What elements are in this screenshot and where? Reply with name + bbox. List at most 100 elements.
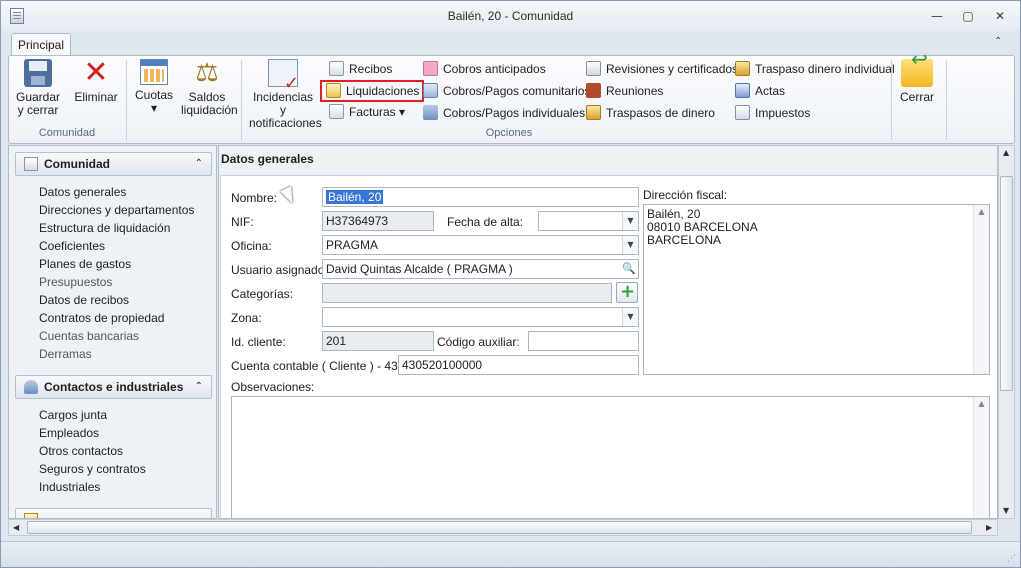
status-bar: ⋰ — [1, 541, 1020, 567]
cobros-anticipados-label: Cobros anticipados — [443, 62, 546, 76]
categorias-field[interactable] — [322, 283, 612, 303]
vertical-scroll-thumb[interactable] — [1000, 176, 1013, 391]
title-bar: Bailén, 20 - Comunidad — ▢ ✕ — [1, 1, 1020, 31]
traspaso-dinero-individual-button[interactable]: Traspaso dinero individual — [735, 59, 895, 79]
money-transfer-icon — [586, 105, 601, 121]
usuario-asignado-field[interactable]: David Quintas Alcalde ( PRAGMA ) 🔍 — [322, 259, 639, 279]
traspaso-individual-label: Traspaso dinero individual — [755, 62, 895, 76]
cobros-anticipados-button[interactable]: Cobros anticipados — [423, 59, 546, 79]
oficina-label: Oficina: — [231, 239, 272, 253]
observaciones-textarea[interactable]: ▲ — [231, 396, 990, 518]
nif-field[interactable]: H37364973 — [322, 211, 434, 231]
nav-item-direcciones[interactable]: Direcciones y departamentos — [39, 203, 194, 217]
liquidaciones-icon — [326, 83, 341, 99]
collapse-caret-icon[interactable]: ⌃ — [195, 153, 203, 175]
textarea-scrollbar[interactable]: ▲ — [973, 205, 989, 374]
dropdown-arrow-icon[interactable]: ▼ — [622, 212, 638, 230]
nav-item-presupuestos[interactable]: Presupuestos — [39, 275, 112, 289]
section-header-partial[interactable] — [15, 508, 212, 518]
collapse-caret-icon[interactable]: ⌃ — [195, 376, 203, 398]
nav-item-planes-gastos[interactable]: Planes de gastos — [39, 257, 131, 271]
cobros-pagos-comunitarios-button[interactable]: Cobros/Pagos comunitarios — [423, 81, 590, 101]
horizontal-scrollbar[interactable]: ◀ ▶ — [8, 519, 998, 536]
nav-item-contratos-propiedad[interactable]: Contratos de propiedad — [39, 311, 164, 325]
cuenta-contable-field[interactable]: 430520100000 — [398, 355, 639, 375]
nav-item-cuentas-bancarias[interactable]: Cuentas bancarias — [39, 329, 139, 343]
cobros-pagos-individuales-button[interactable]: Cobros/Pagos individuales — [423, 103, 585, 123]
calendar-cuotas-icon — [140, 59, 168, 85]
collapse-ribbon-icon[interactable]: ⌃ — [994, 36, 1002, 47]
direccion-line: BARCELONA — [647, 233, 722, 247]
window-title: Bailén, 20 - Comunidad — [447, 9, 574, 23]
facturas-dropdown-button[interactable]: Facturas ▾ — [329, 102, 405, 122]
eliminar-button[interactable]: ✕ Eliminar — [74, 58, 118, 104]
tab-principal[interactable]: Principal — [11, 33, 71, 56]
id-cliente-field[interactable]: 201 — [322, 331, 434, 351]
actas-button[interactable]: Actas — [735, 81, 785, 101]
form-panel: Nombre: Bailén, 20 NIF: H37364973 Fecha … — [220, 175, 997, 518]
main-content: Datos generales Nombre: Bailén, 20 NIF: … — [218, 145, 998, 519]
usuario-asignado-value: David Quintas Alcalde ( PRAGMA ) — [326, 262, 513, 276]
cerrar-button[interactable]: Cerrar — [897, 53, 937, 104]
nav-item-industriales[interactable]: Industriales — [39, 480, 100, 494]
guardar-y-cerrar-button[interactable]: Guardar y cerrar — [15, 59, 61, 117]
dropdown-arrow-icon[interactable]: ▼ — [622, 308, 638, 326]
resize-grip-icon[interactable]: ⋰ — [1007, 554, 1016, 564]
card-icon — [423, 83, 438, 99]
incidencias-notificaciones-button[interactable]: Incidencias y notificaciones — [249, 59, 322, 130]
scroll-up-icon[interactable]: ▲ — [1003, 148, 1009, 157]
notifications-check-icon — [268, 59, 299, 90]
cobros-pagos-individuales-label: Cobros/Pagos individuales — [443, 106, 586, 120]
section-header-contactos[interactable]: Contactos e industriales ⌃ — [15, 375, 212, 399]
nav-item-otros-contactos[interactable]: Otros contactos — [39, 444, 123, 458]
nav-item-datos-recibos[interactable]: Datos de recibos — [39, 293, 129, 307]
section-header-comunidad[interactable]: Comunidad ⌃ — [15, 152, 212, 176]
actas-label: Actas — [755, 84, 786, 98]
save-icon — [24, 59, 52, 87]
cerrar-label: Cerrar — [899, 90, 934, 104]
scroll-left-icon[interactable]: ◀ — [13, 523, 19, 532]
ribbon-tabstrip: Principal ⌃ — [1, 31, 1020, 56]
meeting-people-icon — [586, 83, 601, 99]
building-icon — [24, 157, 38, 171]
search-icon[interactable]: 🔍 — [620, 260, 638, 278]
cuotas-button[interactable]: Cuotas ▾ — [133, 59, 175, 115]
id-cliente-label: Id. cliente: — [231, 335, 286, 349]
horizontal-scroll-thumb[interactable] — [27, 521, 972, 534]
liquidaciones-button[interactable]: Liquidaciones — [320, 80, 425, 102]
nav-item-cargos-junta[interactable]: Cargos junta — [39, 408, 107, 422]
nav-item-seguros-contratos[interactable]: Seguros y contratos — [39, 462, 146, 476]
impuestos-button[interactable]: Impuestos — [735, 103, 810, 123]
reuniones-button[interactable]: Reuniones — [586, 81, 663, 101]
direccion-fiscal-textarea[interactable]: Bailén, 20 08010 BARCELONA BARCELONA ▲ — [643, 204, 990, 375]
nav-item-datos-generales[interactable]: Datos generales — [39, 185, 126, 199]
scroll-down-icon[interactable]: ▼ — [1003, 506, 1009, 515]
scroll-right-icon[interactable]: ▶ — [986, 523, 992, 532]
zona-select[interactable]: ▼ — [322, 307, 639, 327]
codigo-auxiliar-field[interactable] — [528, 331, 639, 351]
revisiones-certificados-button[interactable]: Revisiones y certificados — [586, 59, 738, 79]
nav-item-empleados[interactable]: Empleados — [39, 426, 99, 440]
vertical-scrollbar[interactable]: ▲ ▼ — [998, 145, 1015, 519]
scale-icon: ⚖ — [195, 58, 219, 88]
nav-item-estructura-liquidacion[interactable]: Estructura de liquidación — [39, 221, 170, 235]
nombre-value: Bailén, 20 — [326, 190, 384, 204]
add-categoria-button[interactable]: + — [616, 282, 638, 303]
nav-item-coeficientes[interactable]: Coeficientes — [39, 239, 105, 253]
textarea-scrollbar[interactable]: ▲ — [973, 397, 989, 518]
minimize-button[interactable]: — — [926, 8, 948, 24]
recibos-button[interactable]: Recibos — [329, 59, 392, 79]
impuestos-label: Impuestos — [755, 106, 811, 120]
dropdown-arrow-icon[interactable]: ▼ — [622, 236, 638, 254]
group-separator — [946, 60, 947, 140]
nav-item-derramas[interactable]: Derramas — [39, 347, 92, 361]
traspasos-dinero-button[interactable]: Traspasos de dinero — [586, 103, 715, 123]
zona-label: Zona: — [231, 311, 262, 325]
maximize-button[interactable]: ▢ — [957, 8, 979, 24]
oficina-select[interactable]: PRAGMA ▼ — [322, 235, 639, 255]
close-window-button[interactable]: ✕ — [989, 8, 1011, 24]
nif-label: NIF: — [231, 215, 254, 229]
fecha-alta-field[interactable]: ▼ — [538, 211, 639, 231]
nombre-field[interactable]: Bailén, 20 — [322, 187, 639, 207]
saldos-liquidacion-button[interactable]: ⚖ Saldos liquidación — [181, 58, 238, 117]
